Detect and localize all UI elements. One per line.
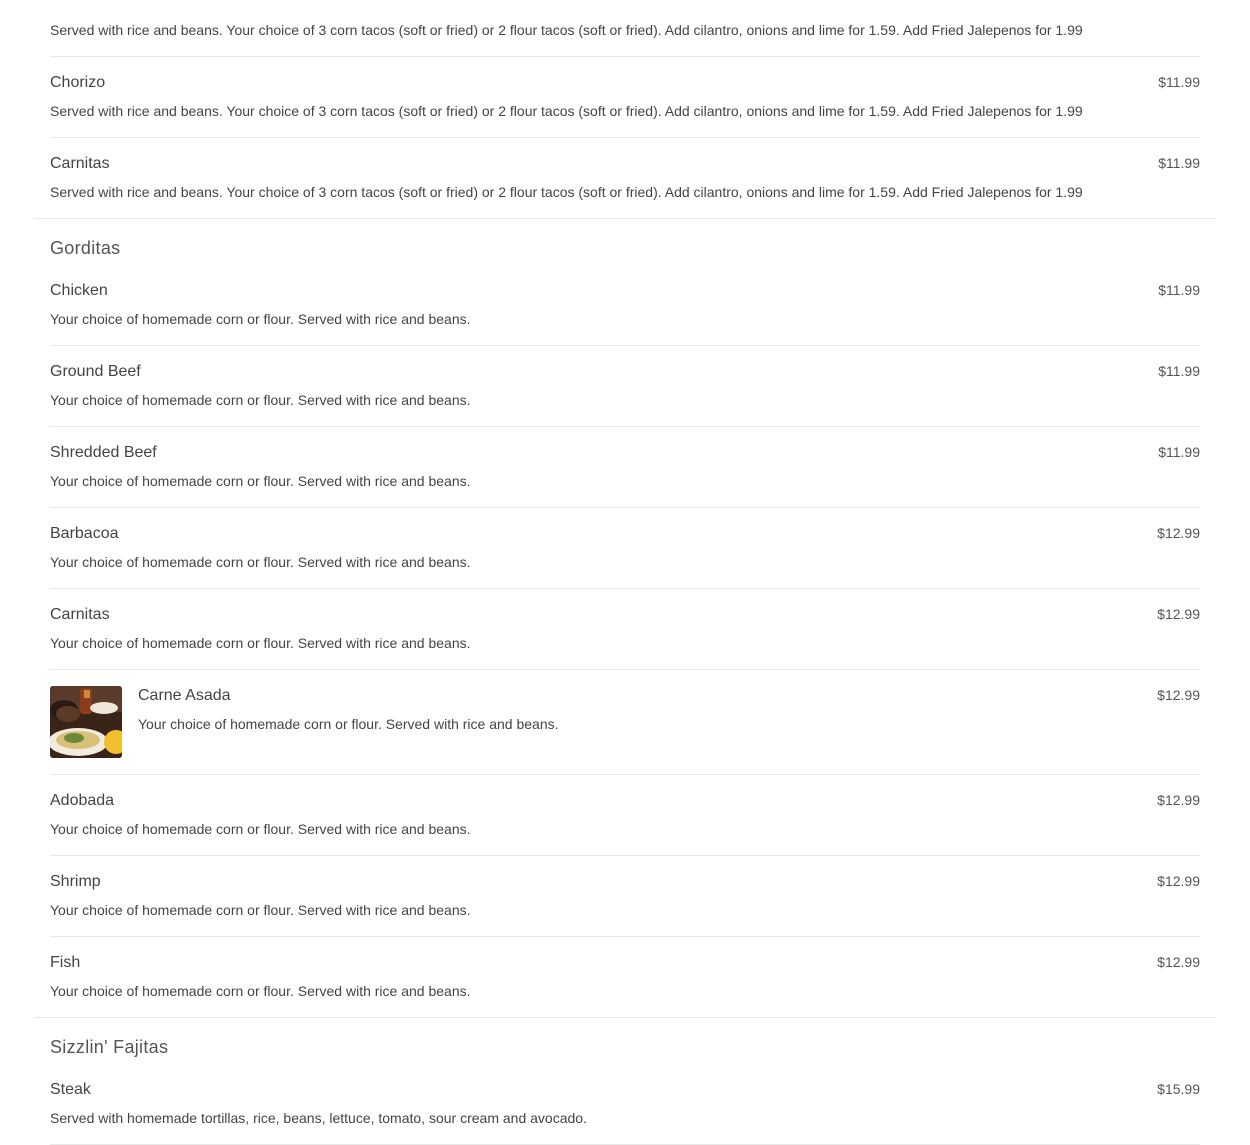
menu-item[interactable]: Chorizo Served with rice and beans. Your… (50, 56, 1200, 137)
menu-item[interactable]: Chicken Your choice of homemade corn or … (50, 265, 1200, 345)
item-name: Carnitas (50, 155, 110, 172)
menu-item[interactable]: Ground Beef Your choice of homemade corn… (50, 345, 1200, 426)
menu-section-fajitas: Sizzlin' Fajitas Steak Served with homem… (0, 1018, 1250, 1145)
menu-item[interactable]: Adobada Your choice of homemade corn or … (50, 774, 1200, 855)
item-name: Steak (50, 1081, 91, 1098)
item-name: Carne Asada (138, 687, 231, 704)
item-description: Served with rice and beans. Your choice … (50, 22, 1083, 38)
item-price: $15.99 (1157, 1081, 1200, 1097)
item-name: Adobada (50, 792, 115, 809)
item-description: Your choice of homemade corn or flour. S… (50, 554, 471, 570)
section-title: Gorditas (50, 238, 121, 258)
item-price: $11.99 (1158, 444, 1200, 460)
item-description: Your choice of homemade corn or flour. S… (50, 635, 471, 651)
item-name: Shrimp (50, 873, 101, 890)
item-name: Barbacoa (50, 525, 119, 542)
item-price: $12.99 (1157, 606, 1200, 622)
menu-item[interactable]: Shrimp Your choice of homemade corn or f… (50, 855, 1200, 936)
item-description: Your choice of homemade corn or flour. S… (50, 311, 471, 327)
menu-item[interactable]: Barbacoa Your choice of homemade corn or… (50, 507, 1200, 588)
item-name: Ground Beef (50, 363, 141, 380)
menu-item[interactable]: Steak Served with homemade tortillas, ri… (50, 1064, 1200, 1145)
item-price: $11.99 (1158, 282, 1200, 298)
item-price: $12.99 (1157, 873, 1200, 889)
item-name: Shredded Beef (50, 444, 157, 461)
item-description: Your choice of homemade corn or flour. S… (50, 902, 471, 918)
menu-list: Served with rice and beans. Your choice … (0, 0, 1250, 1145)
item-description: Served with rice and beans. Your choice … (50, 184, 1083, 200)
menu-item[interactable]: Carnitas Served with rice and beans. You… (50, 137, 1200, 218)
item-name: Carnitas (50, 606, 110, 623)
item-description: Your choice of homemade corn or flour. S… (50, 392, 471, 408)
item-price: $11.99 (1158, 363, 1200, 379)
menu-item[interactable]: Fish Your choice of homemade corn or flo… (50, 936, 1200, 1017)
menu-item[interactable]: Carnitas Your choice of homemade corn or… (50, 588, 1200, 669)
item-description: Your choice of homemade corn or flour. S… (50, 983, 471, 999)
menu-section-tacos: Served with rice and beans. Your choice … (0, 0, 1250, 218)
item-price: $12.99 (1157, 525, 1200, 541)
item-description: Your choice of homemade corn or flour. S… (138, 716, 559, 732)
menu-item[interactable]: Shredded Beef Your choice of homemade co… (50, 426, 1200, 507)
section-title: Sizzlin' Fajitas (50, 1037, 169, 1057)
item-description: Served with rice and beans. Your choice … (50, 103, 1083, 119)
menu-item[interactable]: Carne Asada Your choice of homemade corn… (50, 669, 1200, 774)
item-description: Your choice of homemade corn or flour. S… (50, 821, 471, 837)
item-price: $12.99 (1157, 687, 1200, 703)
menu-section-gorditas: Gorditas Chicken Your choice of homemade… (0, 219, 1250, 1017)
item-price: $11.99 (1158, 155, 1200, 171)
item-price: $12.99 (1157, 954, 1200, 970)
item-description: Your choice of homemade corn or flour. S… (50, 473, 471, 489)
food-photo[interactable] (50, 686, 122, 758)
item-description: Served with homemade tortillas, rice, be… (50, 1110, 587, 1126)
menu-item[interactable]: Served with rice and beans. Your choice … (50, 0, 1200, 56)
item-name: Fish (50, 954, 81, 971)
item-name: Chicken (50, 282, 108, 299)
item-price: $11.99 (1158, 74, 1200, 90)
item-price: $12.99 (1157, 792, 1200, 808)
item-name: Chorizo (50, 74, 106, 91)
